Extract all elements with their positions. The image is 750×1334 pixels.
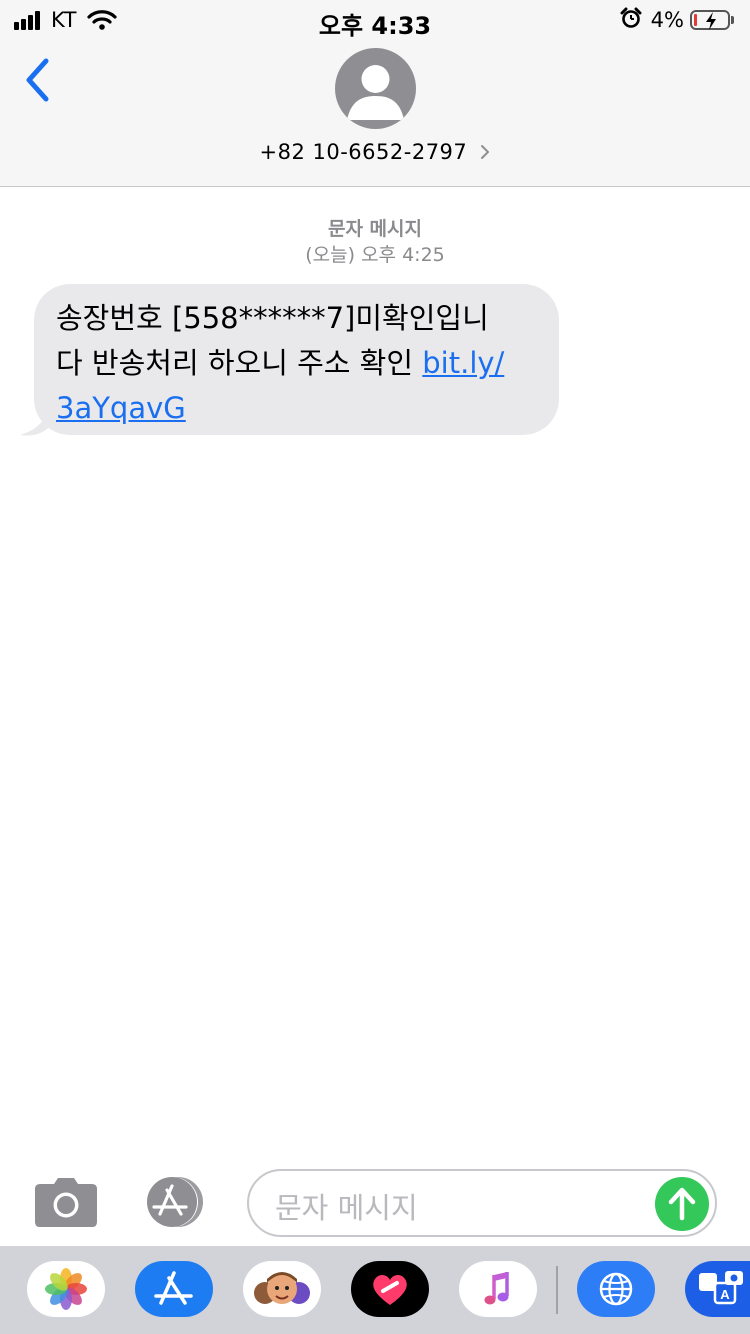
message-type-label: 문자 메시지 <box>327 218 422 240</box>
back-button[interactable] <box>20 55 60 105</box>
camera-button[interactable] <box>34 1178 98 1228</box>
send-button[interactable] <box>655 1177 709 1231</box>
message-input[interactable]: 문자 메시지 <box>247 1169 717 1237</box>
message-link-continued[interactable]: 3aYqavG <box>56 391 186 425</box>
send-arrow-icon <box>668 1187 696 1221</box>
app-store-icon <box>147 1177 203 1227</box>
digital-touch-app-icon[interactable] <box>351 1261 429 1317</box>
avatar-icon <box>347 65 404 120</box>
message-input-placeholder: 문자 메시지 <box>275 1191 418 1225</box>
alarm-icon <box>620 7 642 33</box>
music-app-icon[interactable] <box>459 1261 537 1317</box>
battery-charging-icon <box>690 10 730 30</box>
contact-name[interactable]: +82 10-6652-2797 <box>0 140 750 165</box>
message-link[interactable]: bit.ly/ <box>422 346 504 380</box>
contact-number: +82 10-6652-2797 <box>259 140 468 164</box>
received-message-bubble[interactable]: 송장번호 [558******7]미확인입니 다 반송처리 하오니 주소 확인 … <box>34 284 559 435</box>
contact-avatar[interactable] <box>335 48 416 129</box>
message-line-2: 다 반송처리 하오니 주소 확인 bit.ly/ <box>56 341 537 386</box>
svg-text:A: A <box>720 1287 730 1302</box>
message-timestamp: (오늘) 오후 4:25 <box>305 244 445 266</box>
drawer-divider <box>556 1266 558 1314</box>
imessage-app-drawer: A <box>0 1246 750 1334</box>
message-line-1: 송장번호 [558******7]미확인입니 <box>56 301 489 335</box>
web-search-app-icon[interactable] <box>577 1261 655 1317</box>
battery-percent: 4% <box>650 8 684 32</box>
chevron-right-icon <box>480 141 490 165</box>
camera-icon <box>35 1178 97 1227</box>
app-store-app-icon[interactable] <box>135 1261 213 1317</box>
app-store-button[interactable] <box>140 1176 212 1228</box>
battery-cap <box>731 16 734 24</box>
translate-app-icon[interactable]: A <box>685 1261 750 1317</box>
memoji-app-icon[interactable] <box>243 1261 321 1317</box>
status-bar: KT 오후 4:33 4% <box>0 0 750 40</box>
back-chevron-icon <box>26 58 49 102</box>
message-text: 다 반송처리 하오니 주소 확인 <box>56 346 423 380</box>
photos-app-icon[interactable] <box>27 1261 105 1317</box>
